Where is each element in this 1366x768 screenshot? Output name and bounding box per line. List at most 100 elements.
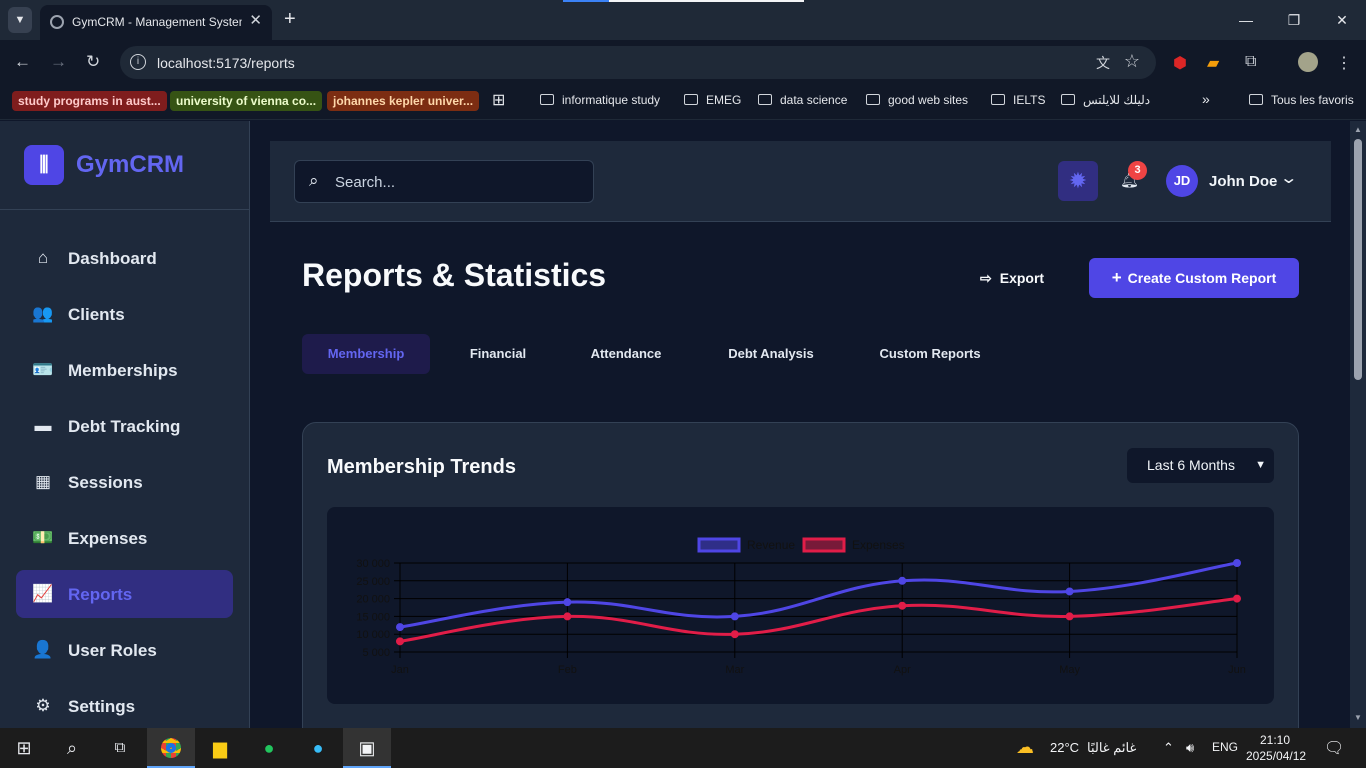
sidebar-item-memberships[interactable]: 🪪 Memberships xyxy=(16,346,233,394)
legend-label: Revenue xyxy=(747,538,795,552)
export-button[interactable]: ⇨ Export xyxy=(980,258,1044,298)
scrollbar-thumb[interactable] xyxy=(1354,139,1362,380)
user-name[interactable]: John Doe xyxy=(1209,173,1277,190)
tab-financial[interactable]: Financial xyxy=(446,334,550,374)
tray-expand-icon[interactable]: ⌃ xyxy=(1163,740,1174,756)
reload-icon[interactable]: ↻ xyxy=(86,52,100,72)
new-tab-button[interactable]: + xyxy=(284,8,296,31)
scroll-down-arrow-icon[interactable]: ▼ xyxy=(1354,713,1362,722)
bookmark-chip[interactable]: study programs in aust... xyxy=(12,91,167,111)
tab-custom-reports[interactable]: Custom Reports xyxy=(856,334,1004,374)
browser-tab[interactable]: GymCRM - Management System ✕ xyxy=(40,5,272,40)
bookmark-folder[interactable]: good web sites xyxy=(866,93,968,107)
bookmark-chip[interactable]: university of vienna co... xyxy=(170,91,323,111)
data-point-revenue xyxy=(1065,587,1074,596)
tab-search-button[interactable]: ▼ xyxy=(8,7,32,33)
sidebar-item-reports[interactable]: 📈 Reports xyxy=(16,570,233,618)
language-indicator[interactable]: ENG xyxy=(1212,740,1238,754)
forward-icon[interactable]: → xyxy=(50,52,67,72)
sidebar: ⫼ GymCRM ⌂ Dashboard 👥 Clients 🪪 Memberships ▬… xyxy=(0,121,250,728)
extension-icon[interactable]: ▰ xyxy=(1207,53,1219,73)
sidebar-item-label: Clients xyxy=(68,305,125,324)
search-field[interactable]: ⌕ Search... xyxy=(294,160,594,203)
chrome-icon[interactable] xyxy=(147,728,195,768)
browser-menu-icon[interactable]: ⋮ xyxy=(1336,53,1352,73)
user-avatar[interactable]: JD xyxy=(1166,165,1198,197)
notifications-center-icon[interactable]: 🗨︎ xyxy=(1324,738,1344,758)
close-tab-icon[interactable]: ✕ xyxy=(249,11,262,29)
search-placeholder: Search... xyxy=(335,174,396,191)
close-window-button[interactable]: ✕ xyxy=(1318,0,1366,40)
file-explorer-icon[interactable]: ▆ xyxy=(196,728,244,768)
sidebar-item-debt-tracking[interactable]: ▬ Debt Tracking xyxy=(16,402,233,450)
task-view-icon[interactable]: ⧉ xyxy=(96,728,144,768)
search-icon: ⌕ xyxy=(309,171,319,190)
y-tick-label: 10 000 xyxy=(356,629,390,641)
chevron-down-icon[interactable]: ⌄ xyxy=(1279,168,1298,188)
all-bookmarks-folder[interactable]: Tous les favoris xyxy=(1249,93,1354,107)
browser-tab-bar: ▼ GymCRM - Management System ✕ + — ❐ ✕ xyxy=(0,0,1366,40)
back-icon[interactable]: ← xyxy=(14,52,31,72)
sidebar-item-label: Sessions xyxy=(68,473,143,492)
translate-icon[interactable]: ⽂ xyxy=(1096,53,1110,73)
weather-description[interactable]: غائم غالبًا xyxy=(1087,740,1136,756)
series-line-revenue xyxy=(399,561,1238,629)
sidebar-item-sessions[interactable]: ▦ Sessions xyxy=(16,458,233,506)
period-select[interactable]: Last 6 Months ▼ xyxy=(1127,448,1274,483)
sidebar-item-clients[interactable]: 👥 Clients xyxy=(16,290,233,338)
sidebar-item-settings[interactable]: ⚙ Settings xyxy=(16,682,233,730)
bookmark-star-icon[interactable]: ☆ xyxy=(1124,51,1140,72)
profile-avatar[interactable] xyxy=(1298,52,1318,72)
sidebar-item-label: Memberships xyxy=(68,361,178,380)
weather-temperature[interactable]: 22°C xyxy=(1050,740,1079,755)
theme-toggle-button[interactable]: ✹ xyxy=(1058,161,1098,201)
x-tick-label: May xyxy=(1059,664,1080,676)
sidebar-item-user-roles[interactable]: 👤 User Roles xyxy=(16,626,233,674)
site-info-icon[interactable]: i xyxy=(130,54,146,70)
address-bar-row: ← → ↻ i localhost:5173/reports ⽂ ☆ xyxy=(0,40,1366,85)
sidebar-item-expenses[interactable]: 💵 Expenses xyxy=(16,514,233,562)
tab-debt-analysis[interactable]: Debt Analysis xyxy=(702,334,840,374)
x-tick-label: Feb xyxy=(558,664,577,676)
spotify-icon[interactable]: ● xyxy=(245,728,293,768)
telegram-icon[interactable]: ● xyxy=(294,728,342,768)
bookmark-folder[interactable]: data science xyxy=(758,93,847,107)
folder-icon xyxy=(991,94,1005,105)
sidebar-item-dashboard[interactable]: ⌂ Dashboard xyxy=(16,234,233,282)
data-point-expenses xyxy=(1065,612,1074,621)
y-tick-label: 20 000 xyxy=(356,594,390,606)
minimize-button[interactable]: — xyxy=(1222,0,1270,40)
tab-attendance[interactable]: Attendance xyxy=(566,334,686,374)
data-point-revenue xyxy=(730,612,739,621)
data-point-expenses xyxy=(898,601,907,610)
tab-membership[interactable]: Membership xyxy=(302,334,430,374)
money-icon: 💵 xyxy=(32,528,54,547)
url-text[interactable]: localhost:5173/reports xyxy=(157,55,295,71)
extensions-puzzle-icon[interactable]: ⧉ xyxy=(1245,53,1256,71)
more-bookmarks-button[interactable]: » xyxy=(1202,91,1210,107)
create-custom-report-button[interactable]: + Create Custom Report xyxy=(1089,258,1299,298)
legend-swatch-expenses xyxy=(802,537,846,553)
folder-icon xyxy=(866,94,880,105)
clock[interactable]: 21:10 2025/04/12 xyxy=(1246,732,1306,764)
bookmark-folder[interactable]: IELTS xyxy=(991,93,1045,107)
omnibox[interactable]: i localhost:5173/reports ⽂ ☆ xyxy=(120,46,1156,79)
windows-start-icon[interactable]: ⊞ xyxy=(0,728,48,768)
page-scrollbar[interactable]: ▲ ▼ xyxy=(1350,121,1366,728)
bookmark-folder[interactable]: informatique study xyxy=(540,93,660,107)
adblock-extension-icon[interactable]: ⬢ xyxy=(1173,53,1187,73)
apps-grid-icon[interactable]: ⊞ xyxy=(492,90,505,110)
brand-name: GymCRM xyxy=(76,151,185,178)
restore-button[interactable]: ❐ xyxy=(1270,0,1318,40)
bookmark-chip[interactable]: johannes kepler univer... xyxy=(327,91,480,111)
search-icon[interactable]: ⌕ xyxy=(48,728,96,768)
data-point-expenses xyxy=(1233,594,1241,603)
weather-icon[interactable]: ☁ xyxy=(1016,737,1034,758)
volume-icon[interactable]: 🔊︎ xyxy=(1186,740,1194,756)
bookmark-folder[interactable]: دليلك للايلتس xyxy=(1061,93,1150,107)
terminal-app-icon[interactable]: ▣ xyxy=(343,728,391,768)
y-tick-label: 30 000 xyxy=(356,558,390,570)
bookmark-folder[interactable]: EMEG xyxy=(684,93,741,107)
bookmarks-bar: study programs in aust... university of … xyxy=(0,85,1366,120)
scroll-up-arrow-icon[interactable]: ▲ xyxy=(1354,125,1362,134)
